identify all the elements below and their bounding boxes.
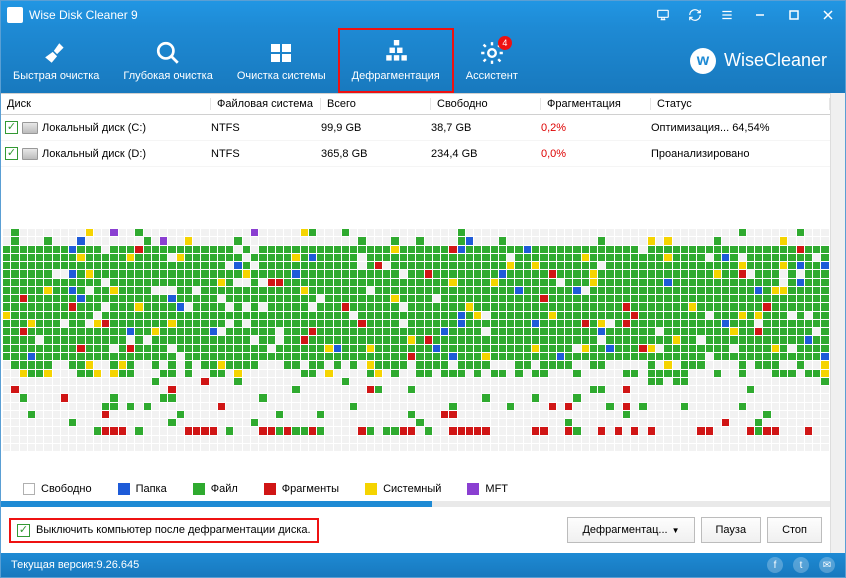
version-value: 9.26.645 (96, 559, 139, 571)
legend-file: Файл (193, 483, 238, 495)
badge: 4 (498, 36, 512, 50)
feedback-icon[interactable] (655, 7, 671, 23)
twitter-icon[interactable]: t (793, 557, 809, 573)
windows-icon (268, 40, 294, 66)
brand-icon: w (690, 48, 716, 74)
tab-label: Глубокая очистка (123, 70, 212, 82)
disk-table-header: Диск Файловая система Всего Свободно Фра… (1, 93, 830, 115)
brand-name: WiseCleaner (724, 50, 827, 71)
bottom-controls: ✓ Выключить компьютер после дефрагментац… (1, 507, 830, 553)
facebook-icon[interactable]: f (767, 557, 783, 573)
legend-free: Свободно (23, 483, 92, 495)
version-label: Текущая версия: (11, 559, 96, 571)
defragment-button[interactable]: Дефрагментац... ▼ (567, 517, 694, 543)
legend-folder: Папка (118, 483, 167, 495)
disk-fs: NTFS (211, 148, 321, 160)
col-disk[interactable]: Диск (1, 98, 211, 110)
menu-icon[interactable] (719, 7, 735, 23)
stop-button[interactable]: Стоп (767, 517, 822, 543)
chevron-down-icon: ▼ (672, 526, 680, 535)
titlebar: Wise Disk Cleaner 9 (1, 1, 845, 28)
titlebar-utility-icons (647, 7, 743, 23)
minimize-button[interactable] (743, 1, 777, 28)
window-title: Wise Disk Cleaner 9 (29, 8, 647, 22)
tab-label: Ассистент (466, 70, 518, 82)
col-fragmentation[interactable]: Фрагментация (541, 98, 651, 110)
disk-total: 99,9 GB (321, 122, 431, 134)
statusbar: Текущая версия: 9.26.645 f t ✉ (1, 553, 845, 577)
col-total[interactable]: Всего (321, 98, 431, 110)
defrag-icon (383, 40, 409, 66)
magnifier-icon (155, 40, 181, 66)
tab-assistant[interactable]: 4 Ассистент (454, 28, 530, 93)
tab-label: Очистка системы (237, 70, 326, 82)
app-window: Wise Disk Cleaner 9 Быстрая очистка (0, 0, 846, 578)
disk-status: Оптимизация... 64,54% (651, 122, 830, 134)
disk-table-body: ✓ Локальный диск (C:) NTFS 99,9 GB 38,7 … (1, 115, 830, 227)
disk-fs: NTFS (211, 122, 321, 134)
legend-system: Системный (365, 483, 441, 495)
close-button[interactable] (811, 1, 845, 28)
disk-total: 365,8 GB (321, 148, 431, 160)
table-row[interactable]: ✓ Локальный диск (D:) NTFS 365,8 GB 234,… (1, 141, 830, 167)
disk-frag: 0,0% (541, 148, 651, 160)
legend-mft: MFT (467, 483, 508, 495)
window-controls (743, 1, 845, 28)
pause-button[interactable]: Пауза (701, 517, 762, 543)
shutdown-label: Выключить компьютер после дефрагментации… (36, 524, 311, 536)
disk-icon (22, 148, 38, 160)
broom-icon (43, 40, 69, 66)
legend: Свободно Папка Файл Фрагменты Системный … (1, 477, 830, 501)
tab-quick-clean[interactable]: Быстрая очистка (1, 28, 111, 93)
checkbox-icon: ✓ (17, 524, 30, 537)
progress-bar (1, 501, 830, 507)
disk-frag: 0,2% (541, 122, 651, 134)
disk-name: Локальный диск (D:) (42, 148, 146, 160)
refresh-icon[interactable] (687, 7, 703, 23)
disk-checkbox[interactable]: ✓ (5, 147, 18, 160)
col-status[interactable]: Статус (651, 98, 830, 110)
brand[interactable]: w WiseCleaner (672, 48, 845, 74)
disk-checkbox[interactable]: ✓ (5, 121, 18, 134)
col-free[interactable]: Свободно (431, 98, 541, 110)
shutdown-after-checkbox[interactable]: ✓ Выключить компьютер после дефрагментац… (9, 518, 319, 543)
disk-name: Локальный диск (C:) (42, 122, 146, 134)
defrag-map (1, 227, 830, 477)
col-filesystem[interactable]: Файловая система (211, 98, 321, 110)
app-icon (7, 7, 23, 23)
disk-free: 234,4 GB (431, 148, 541, 160)
tab-defragment[interactable]: Дефрагментация (338, 28, 454, 93)
tab-label: Быстрая очистка (13, 70, 99, 82)
disk-status: Проанализировано (651, 148, 830, 160)
main-toolbar: Быстрая очистка Глубокая очистка Очистка… (1, 28, 845, 93)
disk-free: 38,7 GB (431, 122, 541, 134)
mail-icon[interactable]: ✉ (819, 557, 835, 573)
maximize-button[interactable] (777, 1, 811, 28)
tab-deep-clean[interactable]: Глубокая очистка (111, 28, 224, 93)
vertical-scrollbar[interactable] (830, 93, 845, 553)
tab-label: Дефрагментация (352, 70, 440, 82)
table-row[interactable]: ✓ Локальный диск (C:) NTFS 99,9 GB 38,7 … (1, 115, 830, 141)
tab-system-clean[interactable]: Очистка системы (225, 28, 338, 93)
legend-fragments: Фрагменты (264, 483, 339, 495)
disk-icon (22, 122, 38, 134)
